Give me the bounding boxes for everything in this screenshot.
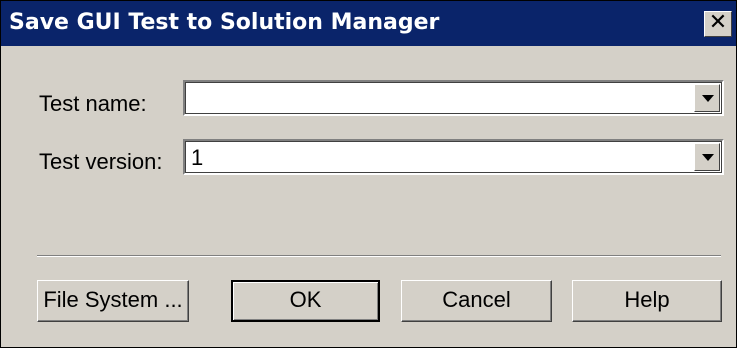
- close-button[interactable]: ✕: [704, 11, 732, 37]
- test-name-label: Test name:: [39, 91, 147, 116]
- save-dialog: Save GUI Test to Solution Manager ✕ Test…: [0, 0, 737, 348]
- test-version-combobox[interactable]: 1: [183, 139, 724, 175]
- ok-button[interactable]: OK: [231, 280, 380, 322]
- title-bar[interactable]: Save GUI Test to Solution Manager ✕: [1, 1, 736, 46]
- test-name-combobox[interactable]: [183, 80, 724, 116]
- test-version-label: Test version:: [39, 149, 163, 174]
- help-button[interactable]: Help: [572, 280, 722, 322]
- file-system-button[interactable]: File System ...: [37, 280, 189, 322]
- test-version-dropdown-button[interactable]: [694, 143, 720, 171]
- test-version-value[interactable]: 1: [191, 145, 203, 171]
- separator: [37, 255, 721, 257]
- dialog-title: Save GUI Test to Solution Manager: [9, 10, 440, 35]
- close-icon: ✕: [708, 10, 728, 35]
- cancel-button[interactable]: Cancel: [401, 280, 552, 322]
- test-name-dropdown-button[interactable]: [694, 84, 720, 112]
